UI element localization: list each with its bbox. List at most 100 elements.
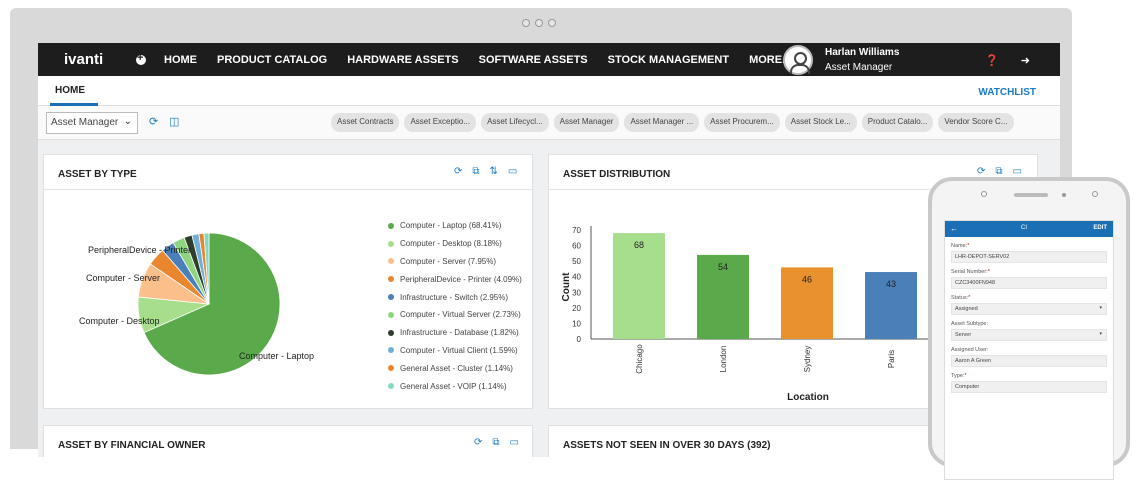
y-tick-label: 40 [572,273,581,282]
filter-icon[interactable]: ⧉ [492,437,499,448]
nav-software-assets[interactable]: SOFTWARE ASSETS [479,54,588,66]
legend-item[interactable]: General Asset - VOIP (1.14%) [388,377,522,395]
user-menu[interactable]: Harlan Williams Asset Manager [783,43,899,76]
legend-label: General Asset - VOIP (1.14%) [400,381,507,391]
dashboard-chip[interactable]: Product Catalo... [861,113,934,132]
dashboard-chip[interactable]: Asset Stock Le... [784,113,857,132]
y-tick-label: 0 [577,335,582,344]
dashboard-chip[interactable]: Asset Contracts [331,113,400,132]
pie-chart: PeripheralDevice - Printer Computer - Ser… [79,232,314,376]
y-tick-label: 20 [572,304,581,313]
chevron-down-icon: ⌄ [123,116,132,127]
legend-label: PeripheralDevice - Printer (4.09%) [400,274,522,284]
phone-sensor [1062,193,1066,197]
refresh-icon[interactable]: ⟳ [474,437,482,448]
nav-product-catalog[interactable]: PRODUCT CATALOG [217,54,327,66]
maximize-icon[interactable]: ▭ [1013,166,1022,177]
field-input[interactable]: Assigned ▾ [951,303,1107,315]
help-icon[interactable]: ❓ [985,54,999,67]
back-arrow-icon[interactable]: ← [950,224,958,233]
legend-item[interactable]: PeripheralDevice - Printer (4.09%) [388,270,522,288]
tab-home[interactable]: HOME [55,85,85,96]
phone-form: Name:* LHR-DEPOT-SERV02 Serial Number:* CZC… [945,243,1113,393]
filter-icon[interactable]: ⧉ [472,166,479,177]
y-tick-label: 70 [572,226,581,235]
legend-item[interactable]: Computer - Desktop (8.18%) [388,235,522,253]
nav-hardware-assets[interactable]: HARDWARE ASSETS [347,54,458,66]
x-tick-label: London [719,346,728,373]
maximize-icon[interactable]: ▭ [508,166,517,177]
dashboard-chip[interactable]: Asset Manager [553,113,620,132]
y-tick-label: 10 [572,319,581,328]
legend-item[interactable]: Infrastructure - Database (1.82%) [388,324,522,342]
panel-title: ASSET DISTRIBUTION [563,169,671,180]
dashboard-chips: Asset Contracts Asset Exceptio... Asset … [331,113,1014,132]
legend-swatch [388,329,394,336]
legend-label: Computer - Laptop (68.41%) [400,221,502,231]
bar-value-label: 43 [886,279,896,289]
legend-label: Computer - Virtual Client (1.59%) [400,345,518,355]
refresh-icon[interactable]: ⟳ [149,115,158,128]
y-axis-label: Count [561,272,572,302]
legend-item[interactable]: Computer - Virtual Server (2.73%) [388,306,522,324]
sort-icon[interactable]: ⇅ [490,166,498,177]
phone-top [932,181,1126,215]
top-nav: ivanti HOME PRODUCT CATALOG HARDWARE ASS… [38,43,1060,76]
edit-button[interactable]: EDIT [1093,225,1107,231]
user-role: Asset Manager [825,61,893,73]
pie-label: Computer - Desktop [79,316,160,326]
refresh-icon[interactable]: ⟳ [977,166,985,177]
role-select[interactable]: Asset Manager ⌄ [46,112,138,134]
legend-label: Infrastructure - Switch (2.95%) [400,292,509,302]
field-input[interactable]: LHR-DEPOT-SERV02 [951,251,1107,263]
field-label: Name:* [951,243,970,249]
field-input[interactable]: Server ▾ [951,329,1107,341]
field-input[interactable]: CZC3400FN948 [951,277,1107,289]
legend-item[interactable]: Computer - Laptop (68.41%) [388,217,522,235]
required-marker: * [987,269,990,275]
legend-swatch [388,311,394,318]
panel-title: ASSETS NOT SEEN IN OVER 30 DAYS (392) [563,440,771,451]
legend-item[interactable]: Infrastructure - Switch (2.95%) [388,288,522,306]
pie-legend: Computer - Laptop (68.41%) Computer - Des… [388,217,522,395]
maximize-icon[interactable]: ▭ [510,437,519,448]
watchlist-link[interactable]: WATCHLIST [978,87,1036,98]
legend-item[interactable]: Computer - Server (7.95%) [388,253,522,271]
asset-by-type-panel: ASSET BY TYPE ⟳ ⧉ ⇅ ▭ PeripheralDevice -… [43,154,534,409]
field-label: Type:* [951,373,967,379]
phone-screen: ← CI EDIT Name:* LHR-DEPOT-SERV02 Serial N… [944,220,1114,480]
dashboard-chip[interactable]: Asset Manager ... [624,113,700,132]
nav-stock-management[interactable]: STOCK MANAGEMENT [608,54,729,66]
phone-sensor [1092,191,1098,197]
legend-label: Computer - Desktop (8.18%) [400,239,502,249]
legend-item[interactable]: Computer - Virtual Client (1.59%) [388,342,522,360]
layout-icon[interactable]: ◫ [169,115,179,128]
dashboard-chip[interactable]: Asset Lifecycl... [481,113,549,132]
nav-home[interactable]: HOME [164,54,197,66]
form-field: Status:* Assigned ▾ [945,295,1113,315]
filter-icon[interactable]: ⧉ [995,166,1002,177]
legend-item[interactable]: General Asset - Cluster (1.14%) [388,359,522,377]
dashboard-chip[interactable]: Asset Exceptio... [404,113,477,132]
refresh-icon[interactable]: ⟳ [454,166,462,177]
pie-label: Computer - Server [86,273,160,283]
logout-icon[interactable]: ➜ [1021,54,1030,67]
required-marker: * [967,243,970,249]
pie-label: Computer - Laptop [239,351,314,361]
legend-label: Infrastructure - Database (1.82%) [400,328,519,338]
field-input[interactable]: Aaron A Green [951,355,1107,367]
legend-swatch [388,222,394,229]
phone-title: CI [1021,225,1027,231]
form-field: Name:* LHR-DEPOT-SERV02 [945,243,1113,263]
required-marker: * [964,373,967,379]
legend-swatch [388,294,394,301]
x-tick-label: Paris [887,350,896,368]
legend-label: Computer - Virtual Server (2.73%) [400,310,521,320]
add-icon[interactable] [136,52,146,65]
dashboard-chip[interactable]: Vendor Score C... [938,113,1014,132]
pie-label: PeripheralDevice - Printer [88,245,191,255]
field-input[interactable]: Computer [951,381,1107,393]
panel-title: ASSET BY TYPE [58,169,137,180]
dashboard-toolbar: Asset Manager ⌄ ⟳ ◫ Asset Contracts Asse… [38,106,1060,140]
dashboard-chip[interactable]: Asset Procurem... [704,113,780,132]
